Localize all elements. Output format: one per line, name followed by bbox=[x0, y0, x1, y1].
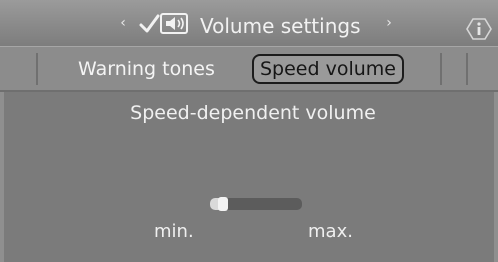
tab-divider bbox=[36, 53, 38, 85]
tab-warning-tones[interactable]: Warning tones bbox=[78, 54, 215, 84]
next-page-arrow[interactable]: › bbox=[382, 13, 396, 33]
panel-edge bbox=[494, 92, 498, 262]
speaker-settings-icon bbox=[139, 13, 188, 34]
tab-divider bbox=[440, 53, 442, 85]
previous-page-arrow[interactable]: ‹ bbox=[116, 13, 130, 33]
volume-settings-screen: ‹ Volume settings › Warning tones Speed … bbox=[0, 0, 498, 262]
speed-volume-slider[interactable] bbox=[210, 197, 302, 211]
tab-speed-volume[interactable]: Speed volume bbox=[252, 54, 404, 84]
page-title: Volume settings bbox=[200, 14, 361, 38]
setting-title: Speed-dependent volume bbox=[130, 102, 376, 124]
settings-panel: Speed-dependent volume min. max. bbox=[0, 92, 498, 262]
title-bar: ‹ Volume settings › bbox=[0, 0, 498, 46]
slider-max-label: max. bbox=[308, 221, 353, 242]
tab-bar: Warning tones Speed volume bbox=[0, 46, 498, 92]
slider-min-label: min. bbox=[154, 221, 194, 242]
tab-divider bbox=[466, 53, 468, 85]
slider-handle[interactable] bbox=[218, 197, 228, 211]
info-icon[interactable] bbox=[464, 16, 494, 42]
